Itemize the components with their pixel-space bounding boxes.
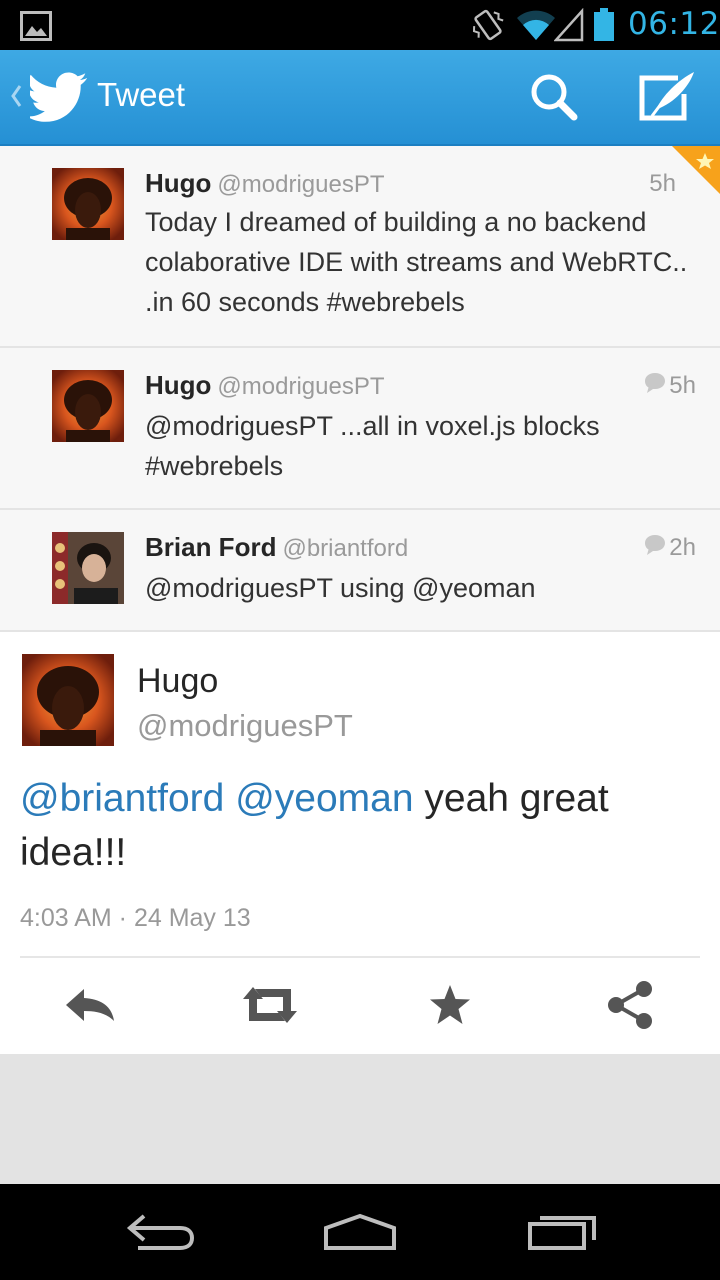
status-bar: 06:12 bbox=[0, 0, 720, 50]
search-button[interactable] bbox=[524, 68, 584, 128]
tweet-text: @modriguesPT ...all in voxel.js blocks #… bbox=[145, 411, 600, 481]
author-name: Brian Ford @briantford bbox=[145, 532, 409, 562]
status-time: 06:12 bbox=[628, 6, 720, 42]
share-icon bbox=[608, 981, 652, 1029]
tweet-body: @briantford @yeoman yeah great idea!!! bbox=[20, 772, 700, 880]
avatar bbox=[52, 370, 124, 442]
conversation-tweet[interactable]: Brian Ford @briantford 2h @modriguesPT us… bbox=[0, 510, 720, 632]
page-title: Tweet bbox=[97, 76, 186, 113]
system-nav-bar bbox=[0, 1184, 720, 1280]
reply-icon bbox=[66, 989, 114, 1021]
author-name: Hugo @modriguesPT bbox=[145, 370, 385, 400]
author-handle: @modriguesPT bbox=[217, 373, 385, 400]
action-bar: Tweet bbox=[0, 50, 720, 146]
up-chevron-icon[interactable] bbox=[10, 84, 22, 108]
conversation-tweet[interactable]: Hugo @modriguesPT 5h Today I dreamed of b… bbox=[0, 146, 720, 348]
divider bbox=[20, 956, 700, 958]
retweet-button[interactable] bbox=[238, 977, 302, 1033]
tweet-time: 5h bbox=[669, 372, 696, 399]
tweet-body-text: yeah great bbox=[413, 777, 609, 820]
signal-icon bbox=[554, 8, 584, 42]
mention-link[interactable]: @yeoman bbox=[235, 777, 413, 820]
reply-bubble-icon bbox=[645, 535, 665, 555]
avatar bbox=[52, 532, 124, 604]
compose-button[interactable] bbox=[634, 66, 700, 130]
avatar bbox=[52, 168, 124, 240]
twitter-bird-icon[interactable] bbox=[30, 72, 88, 122]
tweet-detail: Hugo @modriguesPT @briantford @yeoman ye… bbox=[0, 632, 720, 1054]
compose-icon bbox=[639, 72, 694, 121]
avatar[interactable] bbox=[22, 654, 114, 746]
tweet-text: Today I dreamed of building a no backend… bbox=[145, 207, 688, 317]
tweet-body-text: idea!!! bbox=[20, 831, 127, 874]
vibrate-icon bbox=[472, 9, 504, 41]
author-handle[interactable]: @modriguesPT bbox=[137, 708, 353, 744]
recents-icon[interactable] bbox=[526, 1210, 598, 1254]
reply-button[interactable] bbox=[58, 977, 122, 1033]
search-icon bbox=[531, 74, 578, 121]
mention-link[interactable]: @briantford bbox=[20, 777, 224, 820]
tweet-timestamp: 4:03 AM · 24 May 13 bbox=[20, 904, 251, 932]
author-name[interactable]: Hugo bbox=[137, 662, 218, 701]
conversation-list: Hugo @modriguesPT 5h Today I dreamed of b… bbox=[0, 146, 720, 632]
conversation-tweet[interactable]: Hugo @modriguesPT 5h @modriguesPT ...all … bbox=[0, 348, 720, 510]
wifi-icon bbox=[517, 10, 555, 40]
retweet-icon bbox=[243, 987, 297, 1023]
image-notification-icon bbox=[20, 11, 52, 41]
battery-icon bbox=[594, 8, 614, 41]
tweet-time: 2h bbox=[669, 534, 696, 561]
favorite-icon bbox=[430, 985, 470, 1024]
tweet-text: @modriguesPT using @yeoman bbox=[145, 573, 536, 603]
back-icon[interactable] bbox=[124, 1210, 196, 1254]
reply-bubble-icon bbox=[645, 373, 665, 393]
author-handle: @briantford bbox=[282, 535, 409, 562]
share-button[interactable] bbox=[598, 977, 662, 1033]
favorite-button[interactable] bbox=[418, 977, 482, 1033]
author-handle: @modriguesPT bbox=[217, 171, 385, 198]
favorite-star-corner-icon bbox=[672, 146, 720, 194]
author-name: Hugo @modriguesPT bbox=[145, 168, 385, 198]
home-icon[interactable] bbox=[322, 1210, 398, 1254]
